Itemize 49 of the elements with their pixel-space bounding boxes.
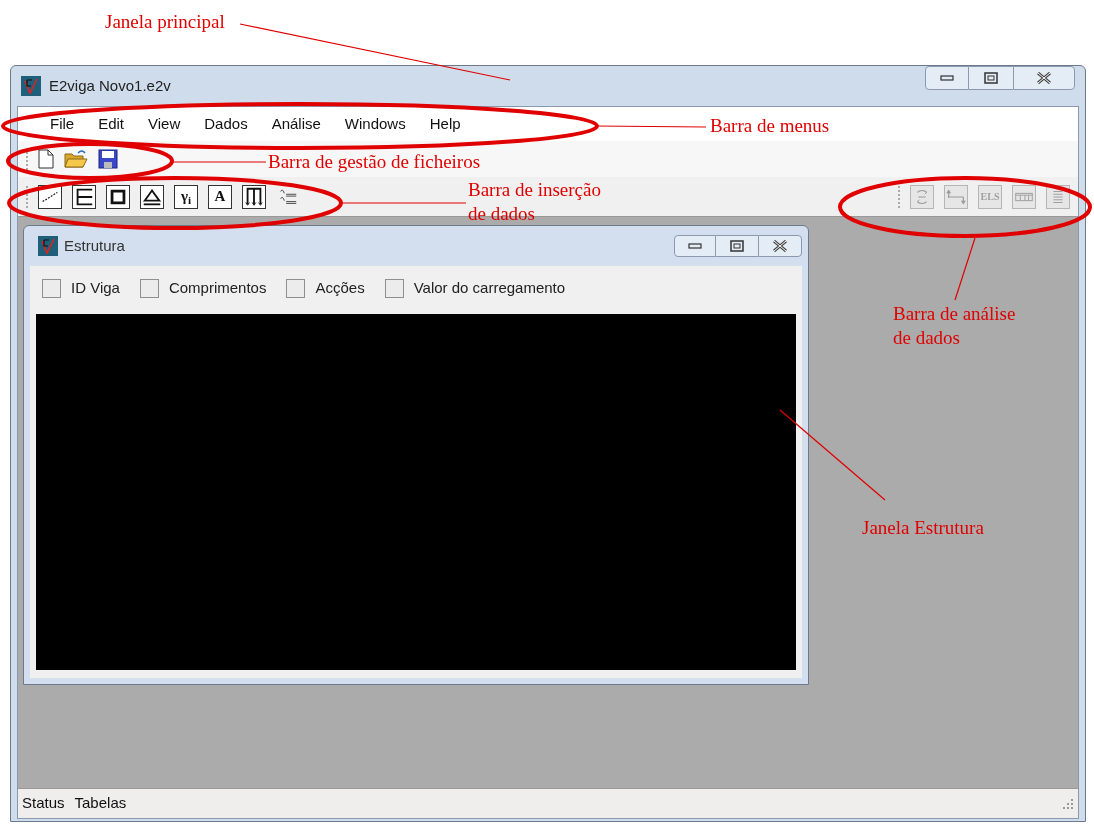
tool-button[interactable]: A [208,184,232,209]
maximize-button[interactable] [969,66,1013,90]
menu-item[interactable]: Help [421,112,469,136]
annotation-label: Janela principal [105,10,225,34]
checkbox-label: Comprimentos [168,277,267,298]
minimize-button[interactable] [925,66,969,90]
window-title: E2viga Novo1.e2v [49,75,171,96]
close-button[interactable] [1013,66,1075,90]
checkbox-label: Valor do carregamento [413,277,566,298]
status-text: Status [22,793,65,814]
close-icon [772,240,788,252]
menu-item[interactable]: Dados [196,112,256,136]
app-icon [38,236,58,256]
checkbox-label: ID Viga [71,277,120,298]
annotation-label: Barra de inserção de dados [468,178,601,226]
maximize-icon [730,240,744,252]
menu-item[interactable]: File [42,112,83,136]
tool-button[interactable]: γ$_{i}$ [174,184,198,209]
checkbox[interactable] [384,278,404,298]
minimize-icon [688,243,702,249]
checkbox[interactable] [139,278,159,298]
resize-grip-icon[interactable] [1062,797,1074,810]
leader-line [954,237,976,301]
menu-item[interactable]: Windows [336,112,414,136]
annotation-label: Barra de gestão de ficheiros [268,150,481,174]
new-file-icon[interactable] [38,149,54,169]
load-arrows-icon[interactable] [242,184,266,209]
window-title: Estrutura [64,235,125,256]
checkbox-label: Acções [315,277,365,298]
annotation-label: Janela Estrutura [862,516,984,540]
annotation-label: Barra de análise de dados [893,302,1016,350]
menu-item[interactable]: Edit [90,112,133,136]
close-icon [1036,72,1052,84]
menu-item[interactable]: View [140,112,189,136]
frame-icon[interactable] [72,184,96,209]
open-folder-icon[interactable] [64,149,88,169]
save-icon[interactable] [98,149,118,169]
square-outline-icon[interactable] [106,184,130,209]
checkbox[interactable] [286,278,306,298]
annotation-label: Barra de menus [710,114,830,138]
menu-item[interactable]: Análise [263,112,329,136]
app-icon [21,76,41,96]
checkbox[interactable] [42,278,61,298]
maximize-icon [984,72,998,84]
status-text: Tabelas [74,793,127,814]
close-button[interactable] [758,235,802,257]
minimize-icon [940,75,954,81]
minimize-button[interactable] [674,235,716,257]
maximize-button[interactable] [716,235,758,257]
